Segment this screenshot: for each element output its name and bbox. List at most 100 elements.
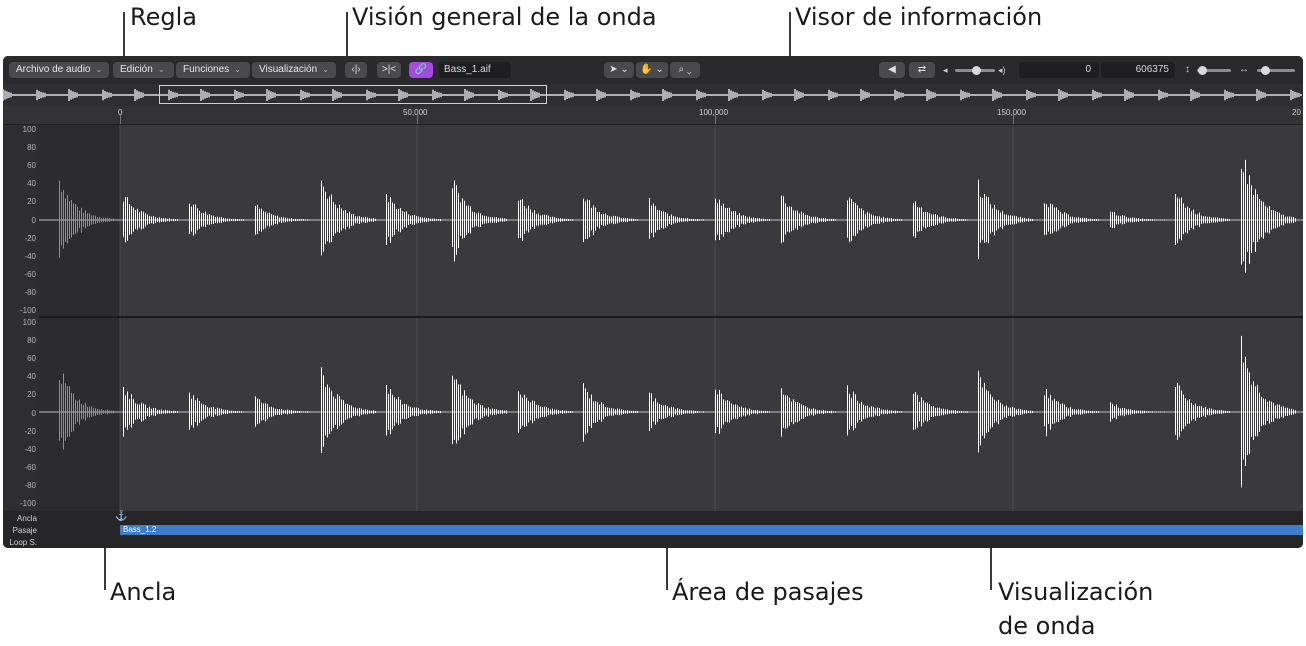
waveform-transient bbox=[1175, 382, 1230, 440]
vertical-zoom-slider[interactable]: ↕ bbox=[1183, 62, 1235, 78]
magnifier-icon: ⌕ ⌄ bbox=[678, 64, 692, 75]
amplitude-tick: -20 bbox=[24, 233, 36, 243]
ruler-label: 0 bbox=[118, 108, 123, 117]
preview-button[interactable]: ◀ bbox=[879, 62, 905, 78]
zero-crossing-button[interactable]: >|< bbox=[377, 62, 401, 78]
hand-tool-button[interactable]: ✋ ⌄ bbox=[636, 62, 668, 78]
filename-field[interactable]: Bass_1.aif bbox=[439, 62, 511, 78]
waveform-transient bbox=[1044, 203, 1099, 236]
callout-passage-area: Área de pasajes bbox=[672, 578, 864, 606]
waveform-channels bbox=[39, 125, 1303, 511]
loop-row-label: Loop S. bbox=[9, 538, 37, 547]
toolbar: Archivo de audio ⌄ Edición ⌄ Funciones ⌄ Vi… bbox=[3, 56, 1303, 84]
amplitude-tick: -80 bbox=[24, 287, 36, 297]
callout-ruler: Regla bbox=[130, 3, 197, 31]
passage-row-label: Pasaje bbox=[12, 526, 37, 535]
amplitude-tick: -60 bbox=[24, 269, 36, 279]
horizontal-zoom-icon: ↔ bbox=[1239, 64, 1249, 75]
speaker-icon: ◀ bbox=[888, 64, 896, 75]
pointer-tool-button[interactable]: ➤ ⌄ bbox=[604, 62, 634, 78]
amplitude-tick: 80 bbox=[27, 336, 36, 346]
amplitude-tick: 80 bbox=[27, 143, 36, 153]
menu-audio-file[interactable]: Archivo de audio ⌄ bbox=[9, 62, 109, 78]
link-button[interactable]: 🔗 bbox=[409, 62, 433, 78]
waveform-transient bbox=[847, 385, 902, 436]
overview-visible-region[interactable] bbox=[159, 85, 547, 104]
waveform-transient bbox=[321, 180, 376, 256]
waveform-transient bbox=[1241, 159, 1296, 273]
waveform-transient bbox=[715, 198, 770, 241]
menu-functions[interactable]: Funciones ⌄ bbox=[176, 62, 250, 78]
pointer-icon: ➤ ⌄ bbox=[609, 64, 629, 75]
amplitude-tick: -20 bbox=[24, 426, 36, 436]
waveform-transient bbox=[189, 392, 244, 430]
vertical-zoom-knob[interactable] bbox=[1198, 66, 1207, 75]
amplitude-tick: -100 bbox=[19, 306, 36, 315]
waveform-transient bbox=[649, 197, 704, 239]
waveform-transient bbox=[913, 391, 968, 430]
chevron-down-icon: ⌄ bbox=[322, 65, 329, 74]
callout-overview: Visión general de la onda bbox=[352, 3, 657, 31]
amplitude-tick: -100 bbox=[19, 499, 36, 508]
waveform-transient bbox=[1044, 389, 1099, 437]
anchor-icon[interactable]: ⚓ bbox=[115, 511, 127, 523]
passage-name: Bass_1.2 bbox=[123, 525, 157, 534]
waveform-overview[interactable] bbox=[3, 84, 1303, 106]
ruler[interactable]: 0 50,000 100,000 150,000 20 bbox=[3, 106, 1303, 125]
loop-button[interactable]: ⇄ bbox=[909, 62, 935, 78]
volume-knob[interactable] bbox=[972, 66, 981, 75]
vertical-zoom-icon: ↕ bbox=[1185, 64, 1190, 75]
zero-crossing-icon: >|< bbox=[381, 64, 397, 75]
horizontal-zoom-knob[interactable] bbox=[1261, 66, 1270, 75]
volume-slider[interactable]: ◂ ◂) bbox=[941, 62, 1011, 78]
callout-waveform-display-1: Visualización bbox=[998, 578, 1154, 606]
amplitude-tick: 40 bbox=[27, 372, 36, 382]
amplitude-tick: -60 bbox=[24, 462, 36, 472]
info-start-field[interactable]: 0 bbox=[1019, 62, 1099, 78]
chevron-down-icon: ⌄ bbox=[234, 65, 241, 74]
audio-file-editor: Archivo de audio ⌄ Edición ⌄ Funciones ⌄ Vi… bbox=[3, 56, 1303, 548]
amplitude-tick: 60 bbox=[27, 161, 36, 171]
amplitude-tick: 40 bbox=[27, 179, 36, 189]
passage-region[interactable]: Bass_1.2 bbox=[120, 525, 1303, 535]
amplitude-tick: 0 bbox=[31, 408, 36, 418]
leader-info bbox=[789, 12, 791, 56]
menu-edit[interactable]: Edición ⌄ bbox=[113, 62, 174, 78]
amplitude-tick: -40 bbox=[24, 251, 36, 261]
info-end-field[interactable]: 606375 bbox=[1101, 62, 1175, 78]
chevron-down-icon: ⌄ bbox=[95, 65, 103, 74]
speaker-low-icon: ◂ bbox=[943, 65, 948, 75]
waveform-transient bbox=[59, 180, 114, 258]
amplitude-tick: 20 bbox=[27, 390, 36, 400]
ruler-label: 50,000 bbox=[403, 108, 428, 117]
amplitude-tick: 0 bbox=[31, 215, 36, 225]
anchor-row-label: Ancla bbox=[16, 514, 37, 523]
callout-waveform-display-2: de onda bbox=[998, 612, 1096, 640]
waveform-transient bbox=[1175, 193, 1230, 245]
amplitude-tick: 60 bbox=[27, 354, 36, 364]
callout-info-display: Visor de información bbox=[795, 3, 1043, 31]
waveform-transient bbox=[452, 375, 507, 445]
ruler-label: 100,000 bbox=[699, 108, 728, 117]
amplitude-tick: 100 bbox=[22, 318, 36, 327]
amplitude-tick: -80 bbox=[24, 480, 36, 490]
waveform-transient bbox=[978, 179, 1033, 260]
snap-button[interactable]: ‹|› bbox=[345, 62, 367, 78]
hand-icon: ✋ ⌄ bbox=[640, 64, 664, 75]
waveform-transient bbox=[321, 367, 376, 453]
waveform-display[interactable]: 100 80 60 40 20 0 -20 -40 -60 -80 -100 100 80 60 40 20 0… bbox=[3, 125, 1303, 511]
horizontal-zoom-slider[interactable]: ↔ bbox=[1239, 62, 1299, 78]
waveform-transient bbox=[386, 385, 441, 436]
amplitude-tick: 20 bbox=[27, 197, 36, 207]
passage-area[interactable]: Ancla Pasaje Loop S. ⚓ Bass_1.2 bbox=[3, 511, 1303, 548]
menu-view[interactable]: Visualización ⌄ bbox=[252, 62, 336, 78]
amplitude-tick: 100 bbox=[22, 125, 36, 134]
waveform-transient bbox=[452, 180, 507, 262]
link-icon: 🔗 bbox=[414, 64, 428, 75]
snap-icon: ‹|› bbox=[351, 64, 361, 75]
chevron-down-icon: ⌄ bbox=[157, 65, 165, 74]
amplitude-scale: 100 80 60 40 20 0 -20 -40 -60 -80 -100 100 80 60 40 20 0… bbox=[3, 125, 39, 511]
amplitude-tick: -40 bbox=[24, 444, 36, 454]
loop-icon: ⇄ bbox=[917, 64, 927, 75]
zoom-tool-button[interactable]: ⌕ ⌄ bbox=[670, 62, 700, 78]
